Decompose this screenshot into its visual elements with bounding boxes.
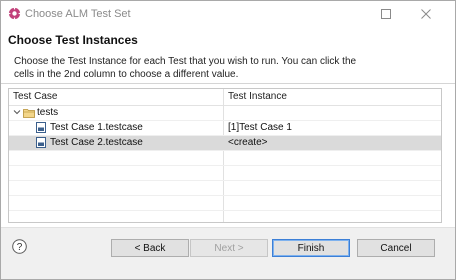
header-divider bbox=[1, 83, 455, 84]
back-button[interactable]: < Back bbox=[111, 239, 189, 257]
finish-button[interactable]: Finish bbox=[272, 239, 350, 257]
help-icon[interactable]: ? bbox=[12, 239, 27, 254]
column-header-test-instance[interactable]: Test Instance bbox=[228, 91, 287, 102]
folder-label: tests bbox=[37, 107, 59, 118]
test-instance-table[interactable]: Test Case Test Instance tests Test Case … bbox=[8, 88, 442, 223]
close-button[interactable] bbox=[415, 5, 437, 23]
title-bar: Choose ALM Test Set bbox=[1, 1, 455, 27]
page-description: Choose the Test Instance for each Test t… bbox=[14, 56, 357, 80]
tree-row-folder[interactable]: tests bbox=[9, 106, 441, 121]
chevron-down-icon[interactable] bbox=[13, 108, 21, 119]
dialog-header: Choose Test Instances Choose the Test In… bbox=[1, 27, 455, 81]
svg-text:?: ? bbox=[17, 242, 23, 253]
dialog-window: Choose ALM Test Set Choose Test Instance… bbox=[0, 0, 456, 280]
table-row-selected[interactable]: Test Case 2.testcase <create> bbox=[9, 136, 441, 151]
empty-row bbox=[9, 196, 441, 211]
column-header-test-case[interactable]: Test Case bbox=[13, 91, 57, 102]
table-row[interactable]: Test Case 1.testcase [1]Test Case 1 bbox=[9, 121, 441, 136]
test-case-name: Test Case 2.testcase bbox=[50, 137, 143, 148]
table-header: Test Case Test Instance bbox=[9, 89, 441, 106]
empty-row bbox=[9, 181, 441, 196]
empty-row bbox=[9, 151, 441, 166]
close-icon bbox=[421, 9, 431, 19]
window-title: Choose ALM Test Set bbox=[25, 8, 131, 20]
test-instance-cell[interactable]: [1]Test Case 1 bbox=[228, 122, 292, 133]
page-title: Choose Test Instances bbox=[8, 33, 138, 47]
folder-icon bbox=[23, 108, 35, 121]
maximize-button[interactable] bbox=[375, 5, 397, 23]
test-case-name: Test Case 1.testcase bbox=[50, 122, 143, 133]
app-gear-icon bbox=[8, 7, 21, 20]
next-button[interactable]: Next > bbox=[190, 239, 268, 257]
maximize-icon bbox=[381, 9, 391, 19]
empty-row bbox=[9, 166, 441, 181]
test-instance-cell[interactable]: <create> bbox=[228, 137, 267, 148]
testcase-file-icon bbox=[36, 122, 46, 136]
cancel-button[interactable]: Cancel bbox=[357, 239, 435, 257]
testcase-file-icon bbox=[36, 137, 46, 151]
